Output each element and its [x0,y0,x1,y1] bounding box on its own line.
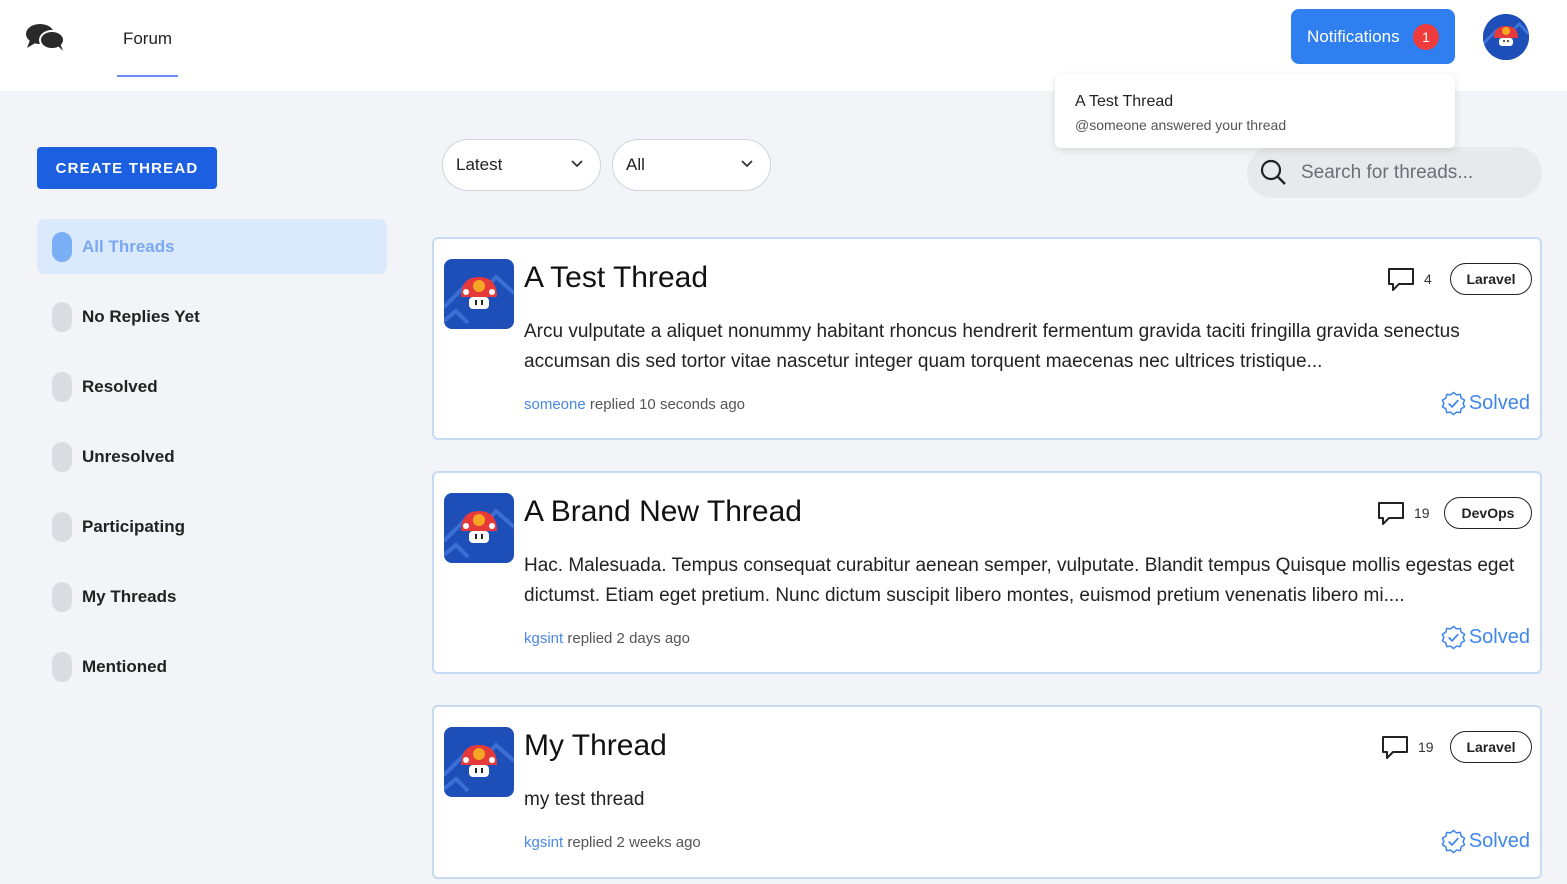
sidebar-item-indicator [52,371,72,402]
notification-item-subtitle: @someone answered your thread [1075,117,1287,133]
mushroom-avatar-icon [444,259,514,329]
sidebar-item-label: My Threads [82,586,177,606]
thread-title[interactable]: My Thread [524,729,667,763]
category-tag[interactable]: Laravel [1450,263,1532,295]
thread-author-avatar[interactable] [444,727,514,797]
notification-count-badge: 1 [1413,24,1439,50]
notifications-label: Notifications [1307,26,1400,46]
thread-excerpt: my test thread [524,789,645,810]
sort-select-value: Latest [456,155,503,174]
solved-label: Solved [1468,626,1530,648]
category-select-value: All [626,155,645,174]
chat-bubbles-icon[interactable] [24,22,66,52]
thread-meta: kgsint replied 2 weeks ago [524,834,701,851]
sidebar-item-resolved[interactable]: Resolved [37,359,387,414]
thread-title[interactable]: A Test Thread [524,261,708,295]
chevron-down-icon [571,160,583,168]
sidebar-item-indicator [52,231,72,262]
thread-title[interactable]: A Brand New Thread [524,495,802,529]
reply-count: 4 [1386,266,1432,292]
thread-meta: someone replied 10 seconds ago [524,396,745,413]
mushroom-avatar-icon [1483,14,1529,60]
search-icon [1260,159,1286,185]
thread-meta: kgsint replied 2 days ago [524,630,690,647]
solved-status: Solved [1441,829,1530,854]
sidebar-item-indicator [52,581,72,612]
thread-author-avatar[interactable] [444,259,514,329]
sidebar-item-unresolved[interactable]: Unresolved [37,429,387,484]
sidebar-item-label: All Threads [82,236,175,256]
category-select[interactable]: All [612,139,771,191]
sidebar-item-indicator [52,441,72,472]
reply-count: 19 [1376,500,1430,526]
check-badge-icon [1441,391,1466,416]
mushroom-avatar-icon [444,493,514,563]
chevron-down-icon [741,160,753,168]
notification-item-title[interactable]: A Test Thread [1075,93,1435,111]
solved-label: Solved [1468,830,1530,852]
thread-user-link[interactable]: someone [524,396,586,413]
user-avatar[interactable] [1483,14,1529,60]
solved-status: Solved [1441,625,1530,650]
check-badge-icon [1441,625,1466,650]
comment-icon [1378,502,1404,525]
mushroom-avatar-icon [444,727,514,797]
thread-user-link[interactable]: kgsint [524,834,563,851]
sidebar-item-my-threads[interactable]: My Threads [37,569,387,624]
sidebar-item-indicator [52,511,72,542]
sidebar-item-label: Unresolved [82,446,175,466]
sidebar-item-no-replies-yet[interactable]: No Replies Yet [37,289,387,344]
reply-count-value: 19 [1418,739,1434,755]
sidebar-item-indicator [52,301,72,332]
thread-card[interactable]: A Test Thread 4 Laravel Arcu vulputate a… [432,237,1542,440]
reply-count-value: 19 [1414,505,1430,521]
notification-dropdown: A Test Thread @someone answered your thr… [1055,74,1455,148]
sidebar-item-label: Participating [82,516,185,536]
search-input[interactable] [1301,147,1531,198]
thread-excerpt: Arcu vulputate a aliquet nonummy habitan… [524,321,1460,372]
comment-icon [1388,268,1414,291]
comment-icon [1382,736,1408,759]
sidebar-item-label: Mentioned [82,656,167,676]
thread-excerpt: Hac. Malesuada. Tempus consequat curabit… [524,555,1515,606]
sidebar-item-mentioned[interactable]: Mentioned [37,639,387,694]
sidebar-item-label: No Replies Yet [82,306,200,326]
thread-card[interactable]: A Brand New Thread 19 DevOps Hac. Malesu… [432,471,1542,674]
thread-card[interactable]: My Thread 19 Laravel my test thread kgsi… [432,705,1542,879]
sidebar-item-all-threads[interactable]: All Threads [37,219,387,274]
sidebar-item-label: Resolved [82,376,158,396]
solved-label: Solved [1468,392,1530,414]
thread-author-avatar[interactable] [444,493,514,563]
solved-status: Solved [1441,391,1530,416]
sidebar-item-indicator [52,651,72,682]
category-tag[interactable]: Laravel [1450,731,1532,763]
thread-user-link[interactable]: kgsint [524,630,563,647]
thread-replied-time: replied 2 days ago [567,630,690,647]
thread-replied-time: replied 2 weeks ago [567,834,701,851]
search-bar [1247,147,1542,198]
check-badge-icon [1441,829,1466,854]
reply-count: 19 [1380,734,1434,760]
reply-count-value: 4 [1424,271,1432,287]
category-tag[interactable]: DevOps [1444,497,1532,529]
create-thread-button[interactable]: CREATE THREAD [37,147,217,189]
sidebar-item-participating[interactable]: Participating [37,499,387,554]
thread-replied-time: replied 10 seconds ago [589,396,746,413]
sort-select[interactable]: Latest [442,139,601,191]
nav-forum-link[interactable]: Forum [117,0,178,77]
